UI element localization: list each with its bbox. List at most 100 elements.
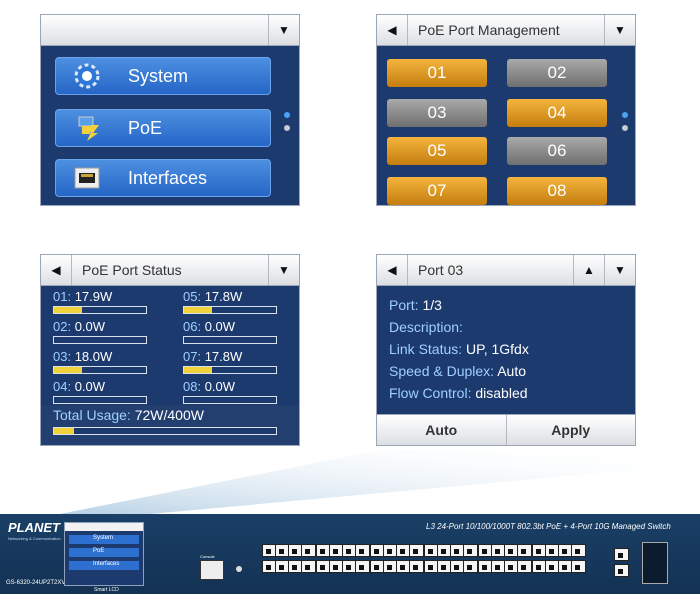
rj45-port [571,544,586,557]
smart-lcd-label: Smart LCD [94,587,119,593]
port-status-number: 04: [53,379,72,394]
port-usage-bar-fill [184,307,212,313]
port-detail-key: Flow Control: [389,385,472,401]
port-button-02[interactable]: 02 [507,59,607,87]
port-status-value: 0.0W [71,319,106,334]
port-status-text: 01: 17.9W [53,289,112,304]
menu-panel: ▼ System PoE Interfaces [40,14,300,206]
port-usage-bar-fill [184,367,212,373]
chevron-left-icon[interactable]: ◀ [377,255,408,285]
port-button-08[interactable]: 08 [507,177,607,205]
port-status-number: 01: [53,289,72,304]
port-button-04[interactable]: 04 [507,99,607,127]
chevron-left-icon[interactable]: ◀ [41,255,72,285]
pager-dot [622,125,628,131]
poe-status-header: ◀ PoE Port Status ▼ [41,255,299,286]
reset-button[interactable] [236,566,242,572]
rj45-port [355,560,370,573]
port-button-03[interactable]: 03 [387,99,487,127]
rj45-port [463,560,478,573]
pager-dots [622,112,628,138]
gear-icon [72,63,102,89]
port-status-text: 05: 17.8W [183,289,242,304]
port-status-text: 07: 17.8W [183,349,242,364]
port-usage-bar [183,366,277,374]
total-usage-text: Total Usage: 72W/400W [53,407,204,423]
port-usage-bar [53,366,147,374]
port-status-text: 02: 0.0W [53,319,105,334]
port-detail-key: Link Status: [389,341,463,357]
poe-management-header: ◀ PoE Port Management ▼ [377,15,635,46]
port-detail-field: Port: 1/3 [389,297,442,313]
console-label: Console [200,554,215,559]
menu-interfaces-button[interactable]: Interfaces [55,159,271,197]
planet-logo: PLANET [8,520,60,535]
chevron-down-icon[interactable]: ▼ [604,255,635,285]
pager-dots [284,112,290,138]
mini-lcd-item: Interfaces [69,561,139,570]
port-button-01[interactable]: 01 [387,59,487,87]
port-detail-panel: ◀ Port 03 ▲ ▼ Port: 1/3 Description: Link … [376,254,636,446]
port-detail-key: Description: [389,319,463,335]
total-usage-value: 72W/400W [134,407,204,423]
rj45-port [409,544,424,557]
port-button-05[interactable]: 05 [387,137,487,165]
port-status-value: 18.0W [71,349,113,364]
rj45-port [517,560,532,573]
rj45-port [355,544,370,557]
port-status-value: 17.8W [201,349,243,364]
port-status-number: 06: [183,319,202,334]
poe-status-panel: ◀ PoE Port Status ▼ 01: 17.9W 05: 17.8W 02… [40,254,300,446]
port-usage-bar [183,336,277,344]
chevron-down-icon[interactable]: ▼ [604,15,635,45]
auto-button[interactable]: Auto [377,415,506,445]
rj45-port [517,544,532,557]
chevron-down-icon[interactable]: ▼ [268,255,299,285]
mini-lcd: System PoE Interfaces [64,522,144,586]
pager-dot-active [622,112,628,118]
poe-plug-icon [72,115,102,141]
port-detail-value: disabled [471,385,528,401]
port-status-text: 04: 0.0W [53,379,105,394]
port-status-text: 08: 0.0W [183,379,235,394]
poe-status-title: PoE Port Status [82,262,182,278]
ethernet-port-icon [72,165,102,191]
port-detail-value: 1/3 [418,297,442,313]
chevron-up-icon[interactable]: ▲ [573,255,604,285]
port-status-value: 0.0W [71,379,106,394]
port-usage-bar-fill [54,367,82,373]
port-status-text: 03: 18.0W [53,349,112,364]
apply-button[interactable]: Apply [505,415,636,445]
port-status-value: 17.8W [201,289,243,304]
port-status-number: 07: [183,349,202,364]
menu-system-button[interactable]: System [55,57,271,95]
pager-dot-active [284,112,290,118]
port-button-07[interactable]: 07 [387,177,487,205]
menu-system-label: System [128,65,189,86]
product-title: L3 24-Port 10/100/1000T 802.3bt PoE + 4-… [426,522,671,531]
total-usage-bar-fill [54,428,74,434]
port-detail-field: Flow Control: disabled [389,385,528,401]
menu-poe-button[interactable]: PoE [55,109,271,147]
port-status-value: 17.9W [71,289,113,304]
port-detail-field: Link Status: UP, 1Gfdx [389,341,529,357]
brand-subtitle: Networking & Communication [8,536,61,541]
rj45-uplink-port [614,564,629,577]
rj45-port [571,560,586,573]
port-button-06[interactable]: 06 [507,137,607,165]
port-detail-field: Description: [389,319,463,335]
pager-dot [284,125,290,131]
port-usage-bar [53,306,147,314]
chevron-left-icon[interactable]: ◀ [377,15,408,45]
rj45-uplink-port [614,548,629,561]
port-status-number: 03: [53,349,72,364]
mini-lcd-item: PoE [69,548,139,557]
total-usage-section: Total Usage: 72W/400W [41,405,299,445]
chevron-down-icon[interactable]: ▼ [268,15,299,45]
port-detail-header: ◀ Port 03 ▲ ▼ [377,255,635,286]
switch-front-panel: PLANET Networking & Communication GS-632… [0,514,700,594]
port-usage-bar-fill [54,307,82,313]
port-usage-bar [53,396,147,404]
rj45-port [463,544,478,557]
port-usage-bar [53,336,147,344]
